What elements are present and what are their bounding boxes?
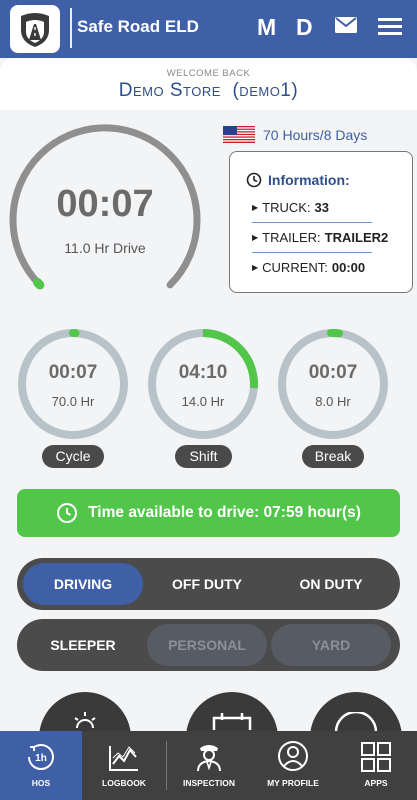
profile-icon [278,741,308,771]
duty-status-bar: DRIVING OFF DUTY ON DUTY [17,558,400,610]
bottom-navigation: 1h HOS LOGBOOK INSPECTION MY PROFILE APP… [0,731,417,800]
app-title: Safe Road ELD [77,17,199,36]
sun-icon [74,712,96,729]
driving-button[interactable]: DRIVING [23,563,143,605]
cycle-time: 00:07 [48,362,98,383]
header-divider [70,8,72,48]
nav-hos[interactable]: 1h HOS [0,731,82,800]
break-label: Break [302,445,364,468]
caret-icon: ▶ [252,233,259,242]
divider [252,252,372,253]
cycle-rule-label[interactable]: 70 Hours/8 Days [263,127,367,143]
drive-gauge-progress [33,277,45,290]
cycle-label: Cycle [42,445,104,468]
time-available-text: Time available to drive: 07:59 hour(s) [88,504,361,521]
divider [252,222,372,223]
app-header: Safe Road ELD M D [0,0,417,58]
cycle-gauge [18,329,128,439]
trailer-row: ▶ TRAILER: TRAILER2 [252,230,389,245]
special-status-bar: SLEEPER PERSONAL YARD [17,619,400,671]
drive-time: 00:07 [56,183,154,225]
user-name: Demo Store (demo1) [118,80,299,101]
shield-road-logo [10,5,60,53]
truck-row: ▶ TRUCK: 33 [252,200,330,215]
clock-icon [57,503,78,523]
welcome-label: WELCOME BACK [166,68,251,79]
svg-text:1h: 1h [35,753,47,764]
break-limit: 8.0 Hr [315,394,351,409]
nav-my-profile[interactable]: MY PROFILE [251,731,335,800]
clock-icon [246,172,262,188]
yard-button[interactable]: YARD [271,624,391,666]
mail-icon[interactable] [334,15,358,40]
nav-apps[interactable]: APPS [335,731,417,800]
shift-gauge [148,329,258,439]
calendar-icon [212,713,252,730]
information-panel: Information: ▶ TRUCK: 33 ▶ TRAILER: TRAILE… [229,151,413,293]
shift-time: 04:10 [178,362,228,383]
nav-logbook[interactable]: LOGBOOK [82,731,166,800]
m-button[interactable]: M [257,14,276,41]
information-title: Information: [246,172,350,188]
on-duty-button[interactable]: ON DUTY [271,563,391,605]
chart-icon [109,746,138,771]
cycle-limit: 70.0 Hr [51,394,95,409]
us-flag-icon [223,126,255,148]
break-gauge [278,328,388,439]
welcome-card: WELCOME BACK Demo Store (demo1) [0,58,417,110]
grid-icon [361,742,391,772]
sleeper-button[interactable]: SLEEPER [23,624,143,666]
hamburger-menu-icon[interactable] [378,17,402,42]
d-button[interactable]: D [296,14,313,41]
caret-icon: ▶ [252,203,259,212]
break-time: 00:07 [308,362,358,383]
time-available-banner: Time available to drive: 07:59 hour(s) [17,489,400,537]
off-duty-button[interactable]: OFF DUTY [147,563,267,605]
caret-icon: ▶ [252,263,259,272]
personal-button[interactable]: PERSONAL [147,624,267,666]
drive-limit-label: 11.0 Hr Drive [64,240,146,256]
hos-clock-icon: 1h [27,744,54,770]
inspector-icon [197,745,221,772]
dial-icon [334,712,378,732]
shift-limit: 14.0 Hr [181,394,225,409]
current-row: ▶ CURRENT: 00:00 [252,260,366,275]
nav-inspection[interactable]: INSPECTION [167,731,251,800]
shift-label: Shift [175,445,232,468]
